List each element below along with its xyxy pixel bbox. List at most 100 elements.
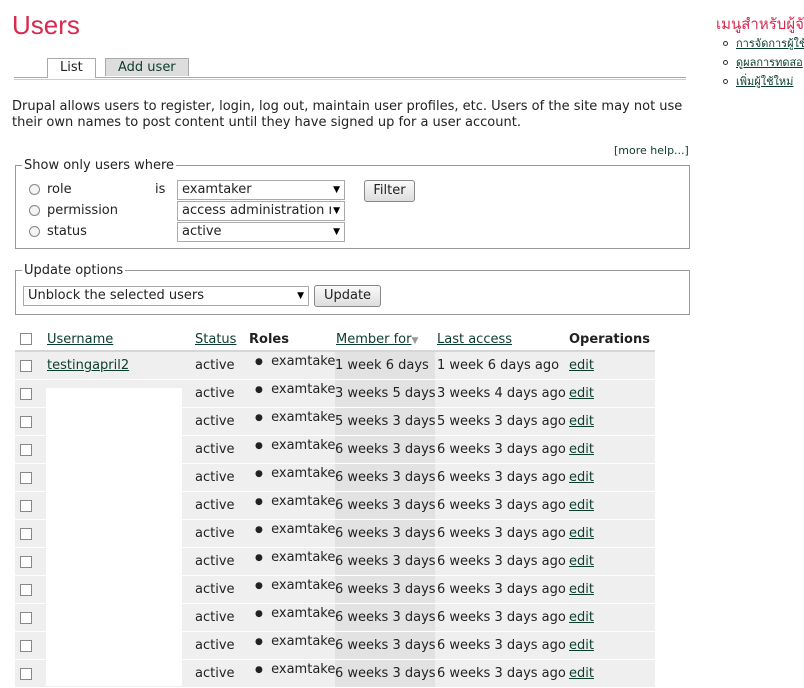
row-checkbox[interactable] [20,528,32,540]
update-action-value: Unblock the selected users [28,288,204,303]
role-select-value: examtaker [182,182,252,197]
member-for-cell: 6 weeks 3 days [335,464,436,491]
last-access-header[interactable]: Last access [437,330,512,350]
status-header[interactable]: Status [195,330,236,350]
role-value: examtaker [271,634,341,649]
role-select[interactable]: examtaker ▼ [177,180,345,200]
bullet-icon: ● [255,357,263,367]
row-checkbox[interactable] [20,612,32,624]
role-label: role [47,182,72,197]
role-value: examtaker [271,466,341,481]
member-for-header-label: Member for [336,332,412,347]
status-cell: active [195,470,235,485]
last-access-cell: 6 weeks 3 days ago [437,610,566,625]
status-cell: active [195,442,235,457]
status-cell: active [195,414,235,429]
edit-link[interactable]: edit [569,660,594,687]
chevron-down-icon: ▼ [331,202,340,220]
filter-legend: Show only users where [24,158,175,173]
more-help-link[interactable]: [more help...] [614,144,689,157]
bullet-icon: ● [255,497,263,507]
role-value: examtaker [271,550,341,565]
permission-select-value: access administration r [182,203,334,218]
sort-desc-icon: ▼ [411,336,419,346]
bullet-icon: ● [255,441,263,451]
row-checkbox[interactable] [20,668,32,680]
update-button[interactable]: Update [314,285,381,307]
row-checkbox[interactable] [20,416,32,428]
username-link[interactable]: testingapril2 [47,352,129,379]
filter-button[interactable]: Filter [364,180,415,202]
redacted-usernames [46,388,182,686]
row-checkbox[interactable] [20,556,32,568]
tab-divider [14,79,686,80]
intro-text: Drupal allows users to register, login, … [12,99,683,130]
edit-link[interactable]: edit [569,520,594,547]
sidebar-item-add-user-link[interactable]: เพิ่มผู้ใช้ใหม่ [736,75,793,88]
last-access-cell: 1 week 6 days ago [437,358,560,373]
edit-link[interactable]: edit [569,604,594,631]
status-label: status [47,224,87,239]
sidebar-menu: การจัดการผู้ใช้ ดูผลการทดสอ เพิ่มผู้ใช้ใ… [720,34,804,91]
sidebar-item-test-results-link[interactable]: ดูผลการทดสอ [736,56,803,69]
edit-link[interactable]: edit [569,548,594,575]
permission-select[interactable]: access administration r ▼ [177,201,345,221]
row-checkbox[interactable] [20,472,32,484]
sidebar-item-manage-users-link[interactable]: การจัดการผู้ใช้ [736,37,804,50]
status-cell: active [195,358,235,373]
edit-link[interactable]: edit [569,352,594,379]
select-all-checkbox[interactable] [20,333,32,345]
role-value: examtaker [271,522,341,537]
edit-link[interactable]: edit [569,380,594,407]
row-checkbox[interactable] [20,444,32,456]
last-access-cell: 6 weeks 3 days ago [437,666,566,681]
role-value: examtaker [271,606,341,621]
row-checkbox[interactable] [20,640,32,652]
is-label: is [155,182,166,197]
edit-link[interactable]: edit [569,576,594,603]
member-for-header[interactable]: Member for▼ [336,330,418,351]
bullet-icon: ● [255,525,263,535]
permission-radio[interactable] [29,205,40,216]
edit-link[interactable]: edit [569,492,594,519]
status-cell: active [195,638,235,653]
member-for-cell: 6 weeks 3 days [335,576,436,603]
edit-link[interactable]: edit [569,464,594,491]
edit-link[interactable]: edit [569,436,594,463]
row-checkbox[interactable] [20,584,32,596]
sidebar-item-test-results: ดูผลการทดสอ [720,53,804,72]
roles-cell: ● examtaker [255,660,341,680]
status-cell: active [195,498,235,513]
status-cell: active [195,666,235,681]
username-header[interactable]: Username [47,330,113,350]
update-action-select[interactable]: Unblock the selected users ▼ [23,286,309,306]
sidebar-item-manage-users: การจัดการผู้ใช้ [720,34,804,53]
row-checkbox[interactable] [20,388,32,400]
role-value: examtaker [271,494,341,509]
bullet-icon: ● [255,413,263,423]
role-value: examtaker [271,662,341,677]
row-checkbox[interactable] [20,500,32,512]
last-access-cell: 6 weeks 3 days ago [437,498,566,513]
role-radio[interactable] [29,184,40,195]
tab-add-user[interactable]: Add user [105,58,189,76]
bullet-icon: ● [255,609,263,619]
edit-link[interactable]: edit [569,408,594,435]
role-value: examtaker [271,578,341,593]
row-checkbox[interactable] [20,360,32,372]
permission-label: permission [47,203,118,218]
roles-cell: ● examtaker [255,408,341,428]
bullet-icon: ● [255,553,263,563]
edit-link[interactable]: edit [569,632,594,659]
chevron-down-icon: ▼ [333,227,340,237]
status-select[interactable]: active ▼ [177,222,345,242]
status-radio[interactable] [29,226,40,237]
roles-cell: ● examtaker [255,576,341,596]
status-cell: active [195,526,235,541]
tab-list[interactable]: List [47,58,96,78]
last-access-cell: 6 weeks 3 days ago [437,554,566,569]
member-for-cell: 6 weeks 3 days [335,492,436,519]
chevron-down-icon: ▼ [333,185,340,195]
status-select-value: active [182,224,222,239]
bullet-icon: ● [255,469,263,479]
